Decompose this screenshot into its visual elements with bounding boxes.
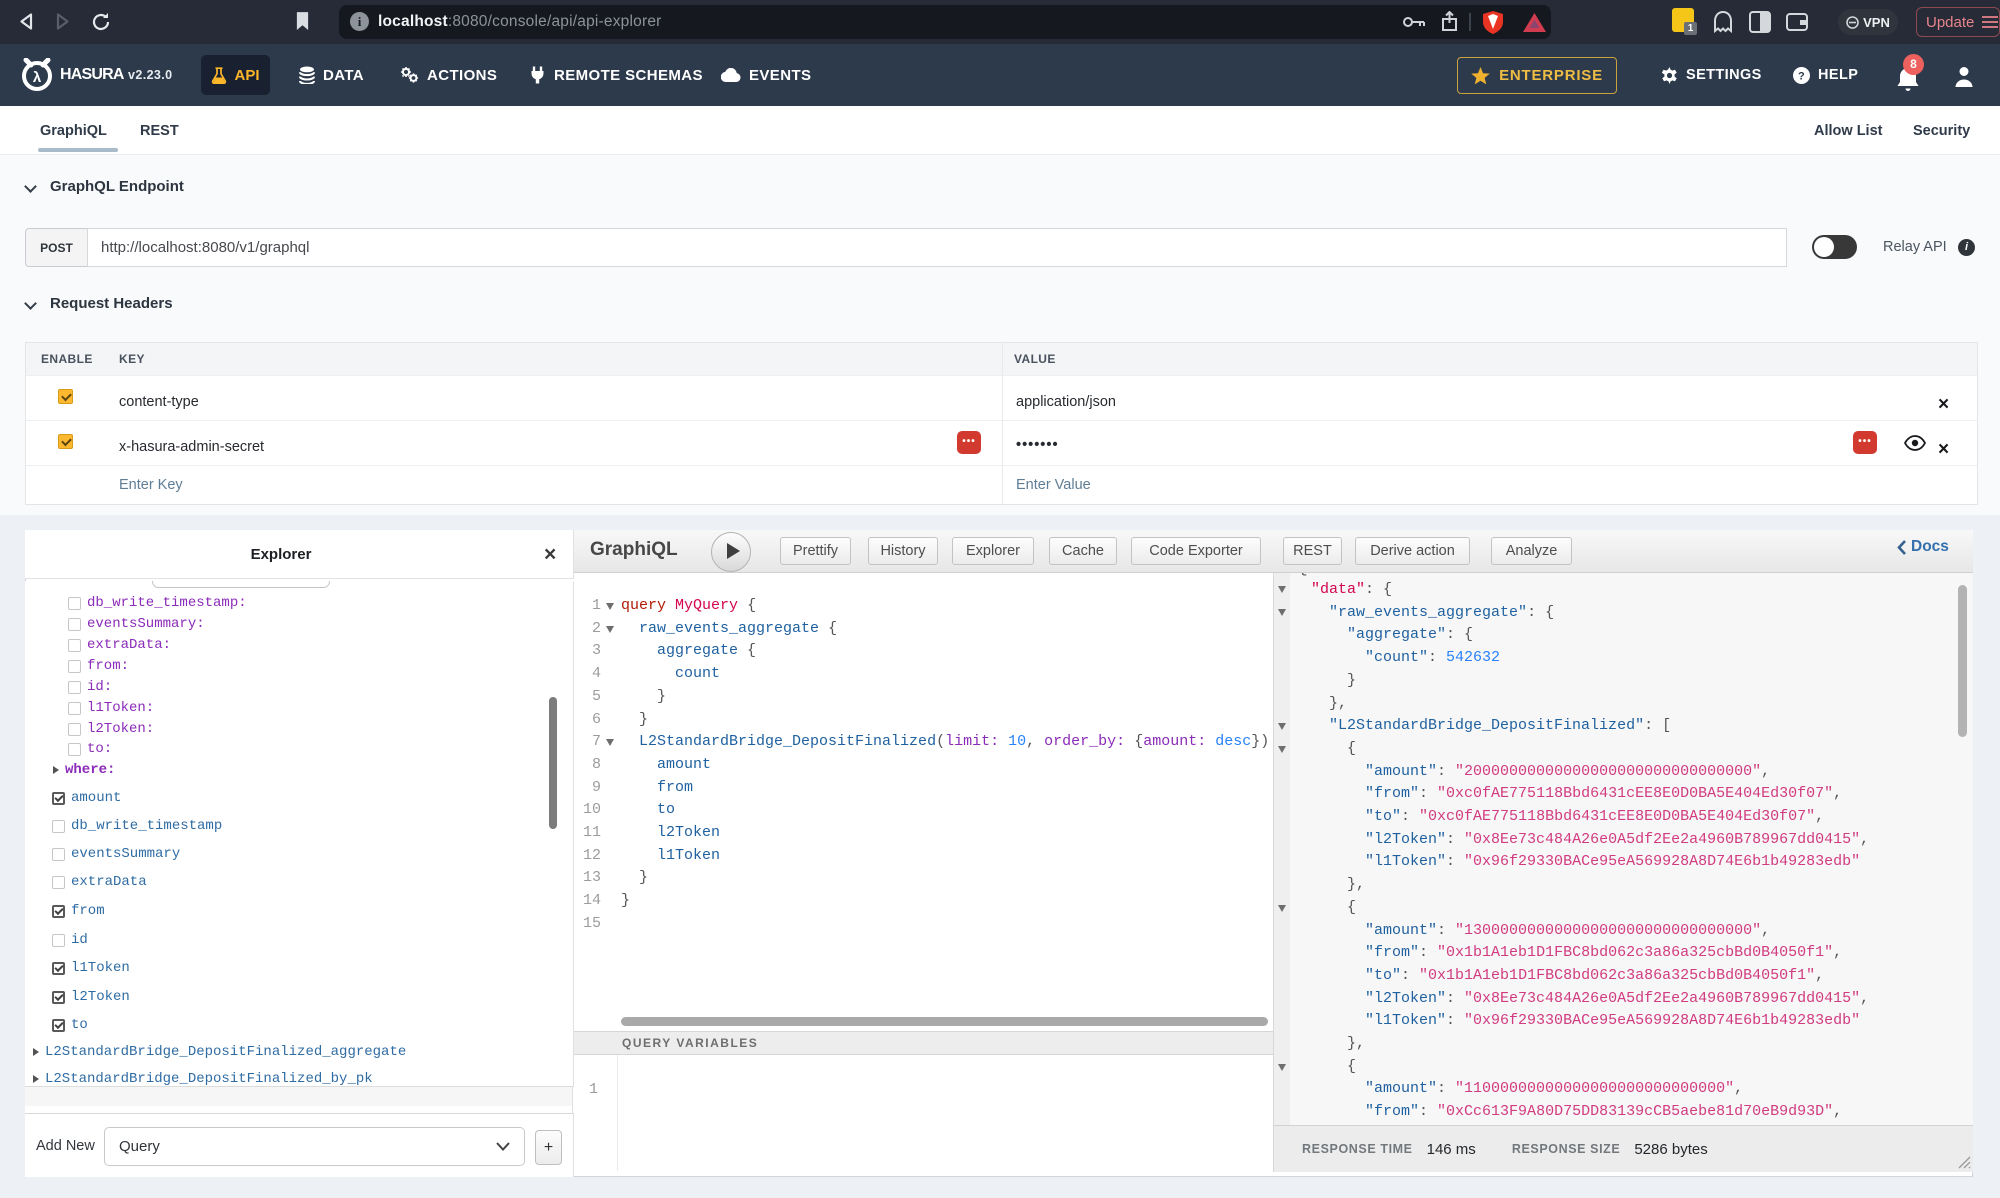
- svg-text:?: ?: [1798, 70, 1805, 82]
- svg-text:λ: λ: [33, 69, 42, 86]
